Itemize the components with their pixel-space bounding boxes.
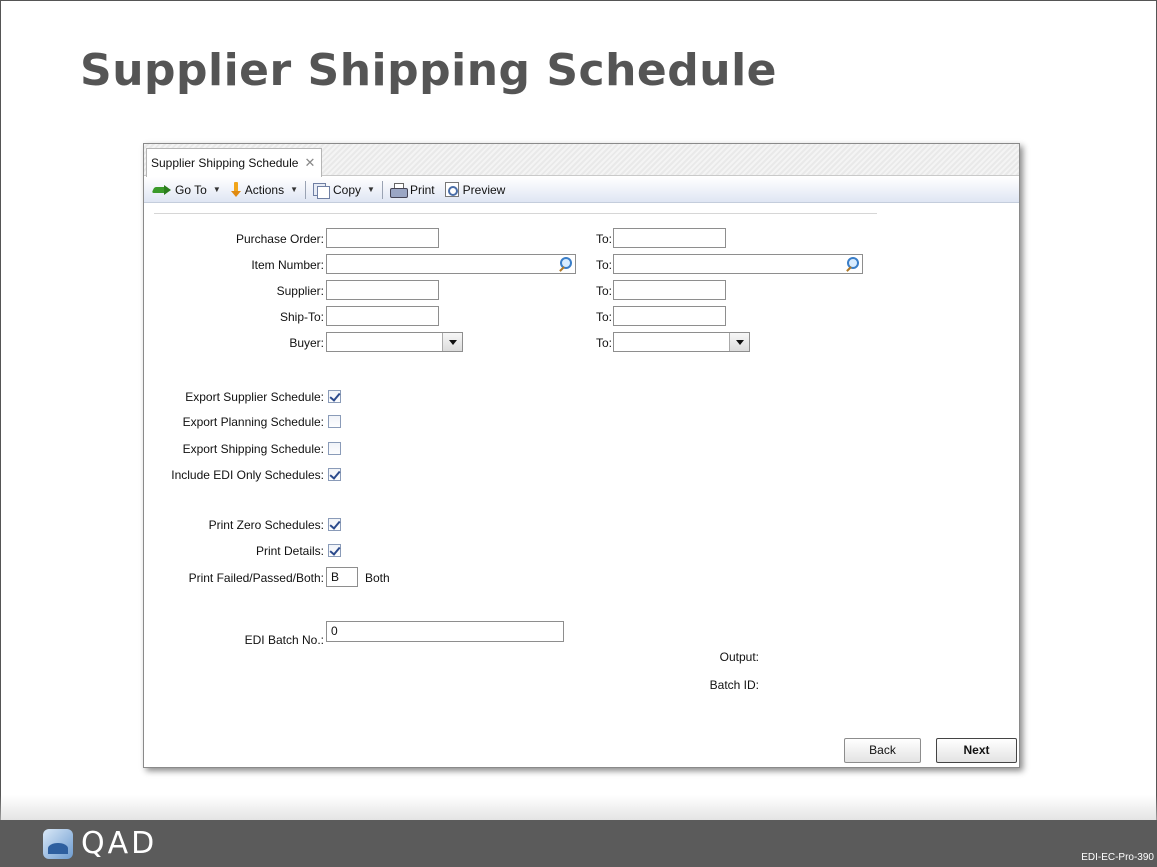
- actions-button[interactable]: Actions ▼: [226, 179, 303, 201]
- supplier-to-label: To:: [595, 284, 612, 298]
- item-number-to-field[interactable]: [613, 254, 863, 274]
- buyer-to-label: To:: [595, 336, 612, 350]
- print-zero-schedules-checkbox[interactable]: [328, 518, 341, 531]
- buyer-to-select[interactable]: [613, 332, 750, 352]
- purchase-order-to-label: To:: [595, 232, 612, 246]
- caret-down-icon: ▼: [290, 185, 299, 194]
- print-label: Print: [409, 182, 435, 197]
- print-failed-passed-label: Print Failed/Passed/Both:: [188, 571, 324, 585]
- item-number-to-label: To:: [595, 258, 612, 272]
- edi-batch-no-field[interactable]: 0: [326, 621, 564, 642]
- buyer-label: Buyer:: [289, 336, 324, 350]
- copy-label: Copy: [333, 182, 362, 197]
- ship-to-to-label: To:: [595, 310, 612, 324]
- dropdown-arrow-icon[interactable]: [442, 333, 462, 351]
- slide-id: EDI-EC-Pro-390: [1081, 852, 1154, 863]
- item-number-field[interactable]: [326, 254, 576, 274]
- lookup-magnifier-icon[interactable]: [844, 256, 860, 272]
- tab-label: Supplier Shipping Schedule: [151, 156, 299, 170]
- printer-icon: [389, 182, 408, 198]
- back-button[interactable]: Back: [844, 738, 921, 763]
- tab-supplier-shipping-schedule[interactable]: Supplier Shipping Schedule ✕: [146, 148, 323, 177]
- caret-down-icon: ▼: [367, 185, 375, 194]
- ship-to-to-field[interactable]: [613, 306, 726, 326]
- ship-to-field[interactable]: [326, 306, 439, 326]
- next-button[interactable]: Next: [936, 738, 1017, 763]
- footer-bar: QAD EDI-EC-Pro-390: [0, 820, 1157, 867]
- supplier-label: Supplier:: [276, 284, 324, 298]
- print-zero-schedules-label: Print Zero Schedules:: [208, 518, 324, 532]
- edi-batch-no-label: EDI Batch No.:: [244, 633, 324, 647]
- dropdown-arrow-icon[interactable]: [729, 333, 749, 351]
- actions-arrow-icon: [230, 181, 241, 198]
- batch-id-label: Batch ID:: [709, 678, 759, 692]
- close-icon[interactable]: ✕: [304, 155, 315, 171]
- print-failed-passed-field[interactable]: B: [326, 567, 358, 587]
- preview-button[interactable]: Preview: [440, 179, 511, 201]
- purchase-order-field[interactable]: [326, 228, 439, 248]
- tab-strip: Supplier Shipping Schedule ✕: [144, 144, 1019, 177]
- export-planning-schedule-checkbox[interactable]: [328, 415, 341, 428]
- qad-logo-icon: [43, 829, 73, 859]
- slide-title: Supplier Shipping Schedule: [80, 45, 778, 96]
- toolbar-separator: [305, 180, 307, 199]
- export-planning-schedule-label: Export Planning Schedule:: [182, 415, 324, 429]
- qad-logo: QAD: [43, 829, 157, 859]
- footer-shadow: [0, 795, 1157, 820]
- print-button[interactable]: Print: [385, 179, 440, 201]
- purchase-order-label: Purchase Order:: [235, 232, 324, 246]
- print-details-checkbox[interactable]: [328, 544, 341, 557]
- purchase-order-to-field[interactable]: [613, 228, 726, 248]
- export-shipping-schedule-label: Export Shipping Schedule:: [182, 442, 324, 456]
- toolbar: Go To ▼ Actions ▼ Copy ▼ Print Preview: [144, 177, 1019, 203]
- print-failed-passed-description: Both: [365, 571, 390, 585]
- copy-button[interactable]: Copy ▼: [308, 179, 380, 201]
- item-number-label: Item Number:: [251, 258, 324, 272]
- goto-label: Go To: [175, 182, 207, 197]
- ship-to-label: Ship-To:: [279, 310, 324, 324]
- supplier-field[interactable]: [326, 280, 439, 300]
- include-edi-only-label: Include EDI Only Schedules:: [171, 468, 324, 482]
- export-supplier-schedule-checkbox[interactable]: [328, 390, 341, 403]
- buyer-select[interactable]: [326, 332, 463, 352]
- preview-label: Preview: [462, 182, 506, 197]
- export-supplier-schedule-label: Export Supplier Schedule:: [185, 390, 324, 404]
- preview-icon: [444, 182, 459, 197]
- output-label: Output:: [719, 650, 759, 664]
- supplier-to-field[interactable]: [613, 280, 726, 300]
- goto-arrow-icon: [153, 184, 171, 195]
- goto-button[interactable]: Go To ▼: [148, 179, 226, 201]
- app-window: Supplier Shipping Schedule ✕ Go To ▼ Act…: [143, 143, 1020, 768]
- include-edi-only-checkbox[interactable]: [328, 468, 341, 481]
- copy-icon: [313, 182, 331, 199]
- print-details-label: Print Details:: [255, 544, 324, 558]
- form-divider: [154, 213, 877, 214]
- qad-logo-text: QAD: [81, 826, 158, 861]
- caret-down-icon: ▼: [212, 185, 221, 194]
- toolbar-separator: [381, 180, 383, 199]
- actions-label: Actions: [244, 182, 285, 197]
- export-shipping-schedule-checkbox[interactable]: [328, 442, 341, 455]
